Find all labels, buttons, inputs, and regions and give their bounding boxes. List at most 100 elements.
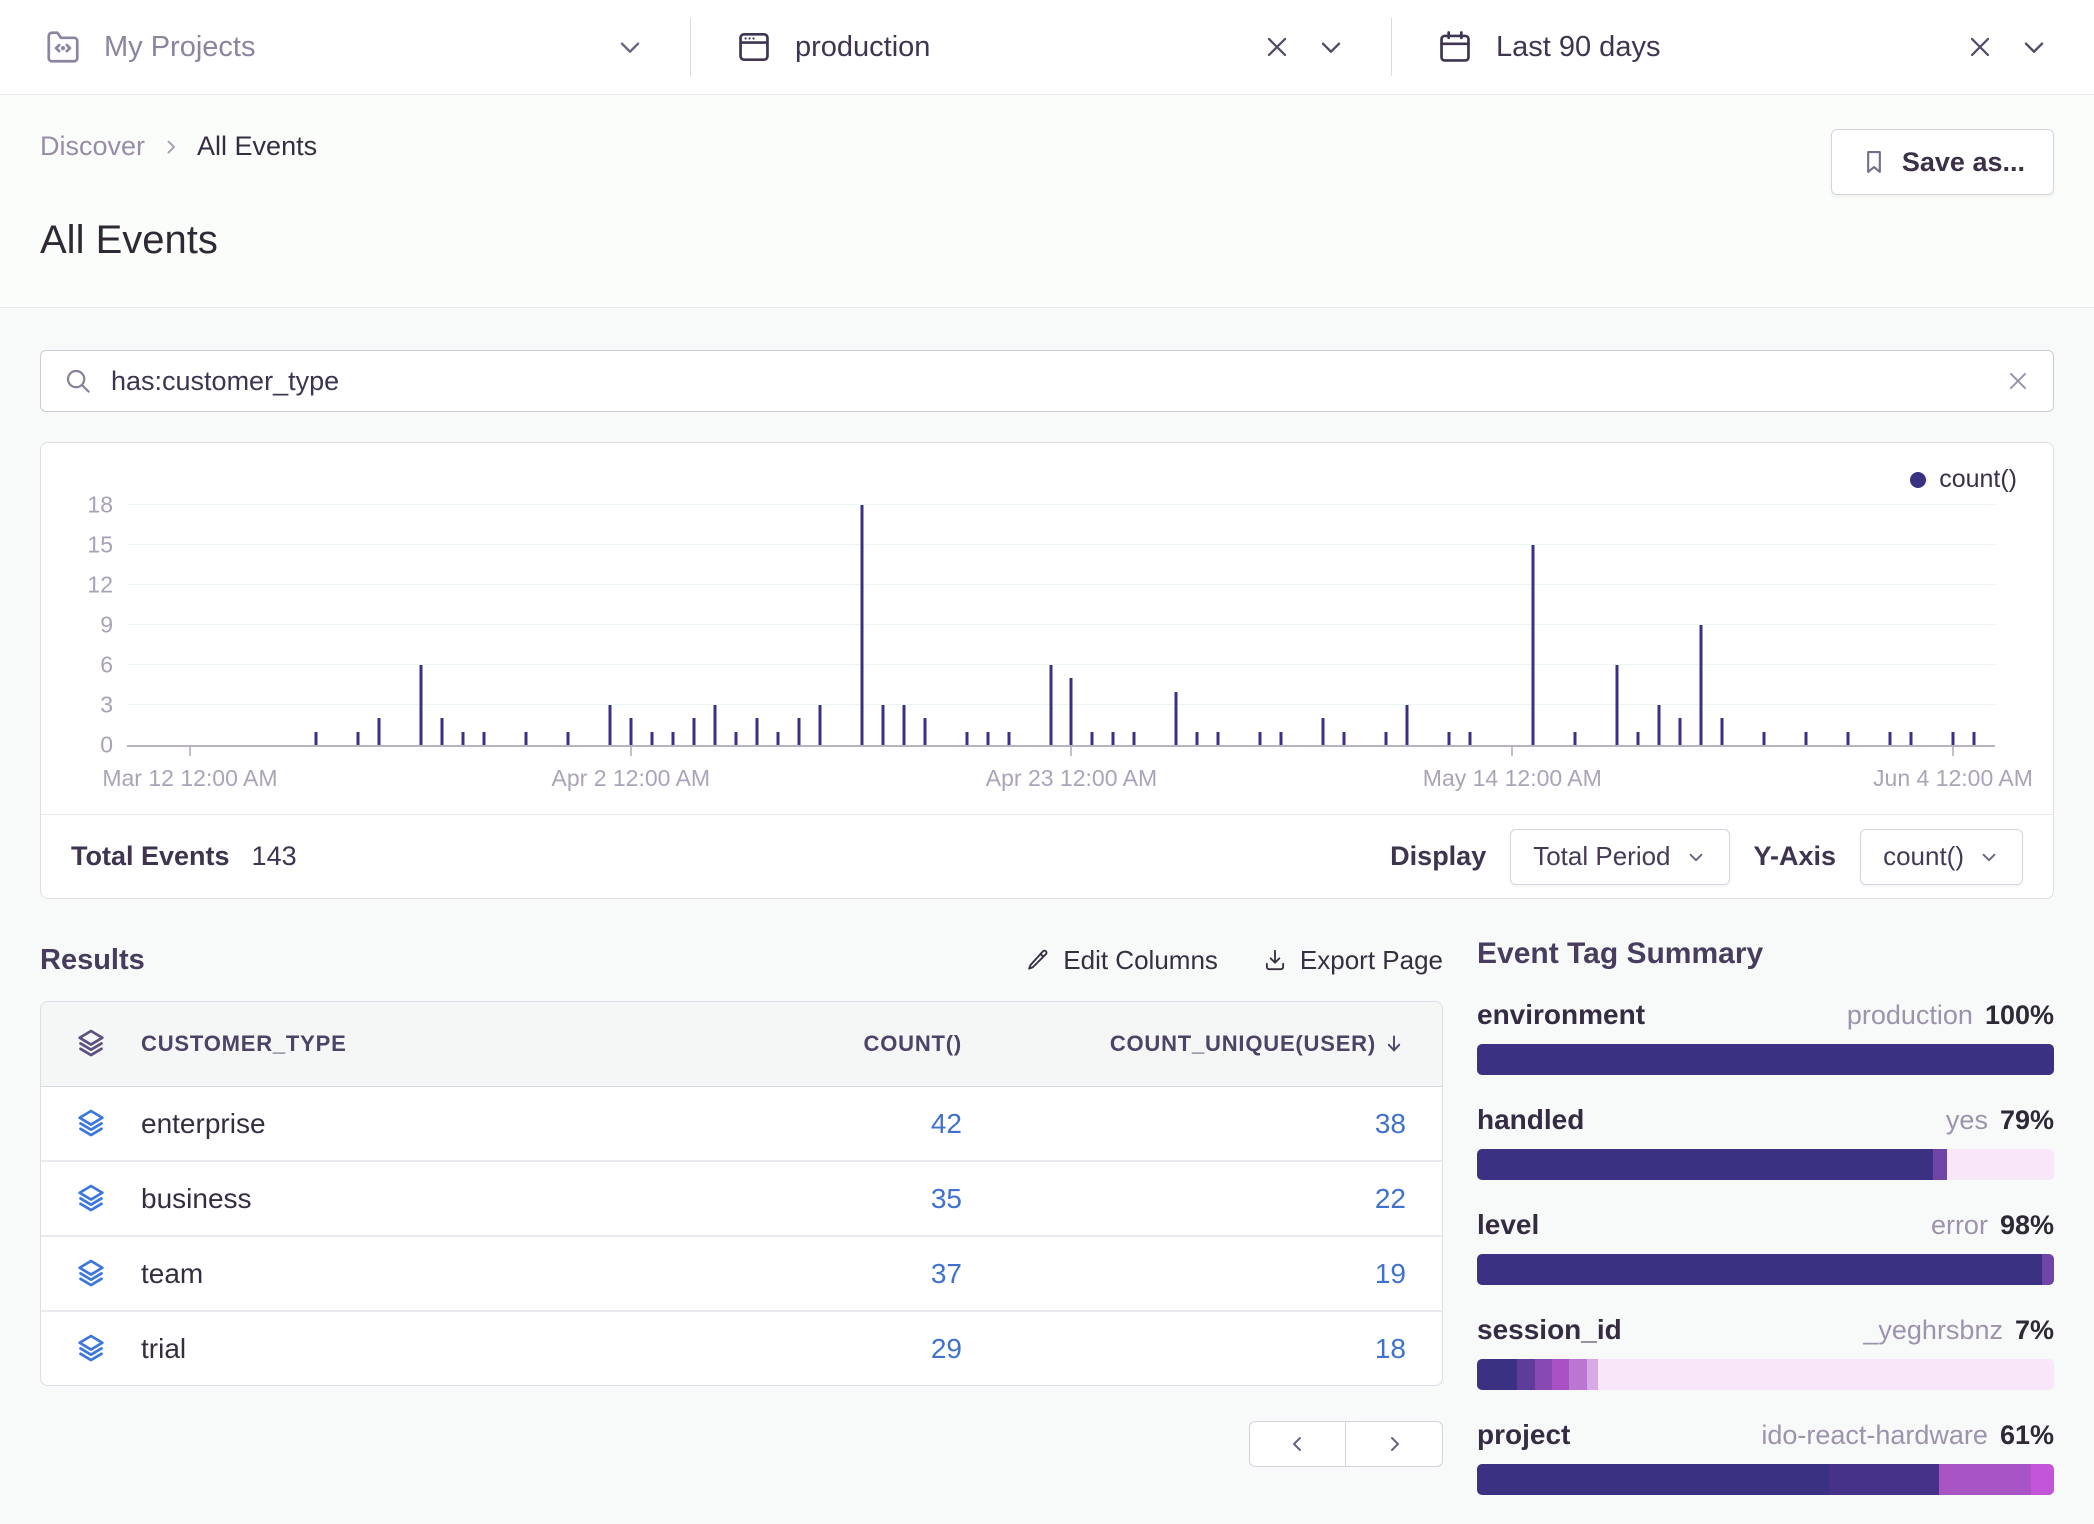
tag-distribution-bar[interactable] <box>1477 1359 2054 1390</box>
project-chevron-down-icon[interactable] <box>614 31 646 63</box>
tag-top-value: _yeghrsbnz <box>1863 1315 2003 1346</box>
tag-bar-segment <box>1598 1359 2054 1390</box>
chart-bar <box>461 732 464 745</box>
tag-distribution-bar[interactable] <box>1477 1464 2054 1495</box>
tag-percent: 61% <box>2000 1420 2054 1451</box>
project-selector[interactable]: My Projects <box>0 0 690 94</box>
environment-chevron-down-icon[interactable] <box>1315 31 1347 63</box>
chart-bar <box>1259 732 1262 745</box>
events-chart-panel: count() 0 3 6 9 12 15 18 Ma <box>40 442 2054 899</box>
layers-icon <box>74 1107 108 1141</box>
next-page-button[interactable] <box>1346 1421 1443 1467</box>
chart-bar <box>1343 732 1346 745</box>
tag-bar-segment <box>1569 1359 1586 1390</box>
row-unique-link[interactable]: 22 <box>962 1183 1442 1215</box>
chart-bar <box>440 718 443 745</box>
row-unique-link[interactable]: 19 <box>962 1258 1442 1290</box>
row-count-link[interactable]: 29 <box>662 1333 962 1365</box>
breadcrumb: Discover All Events <box>40 131 2054 162</box>
row-count-link[interactable]: 37 <box>662 1258 962 1290</box>
chart-bar <box>566 732 569 745</box>
tag-distribution-bar[interactable] <box>1477 1149 2054 1180</box>
chart-bar <box>1616 665 1619 745</box>
chart-bar <box>1322 718 1325 745</box>
y-tick: 6 <box>100 652 113 679</box>
x-tickmark <box>1070 747 1072 756</box>
breadcrumb-discover-link[interactable]: Discover <box>40 131 145 162</box>
tag-distribution-bar[interactable] <box>1477 1044 2054 1075</box>
tag-row-session-id: session_id _yeghrsbnz 7% <box>1477 1314 2054 1390</box>
display-select-value: Total Period <box>1533 841 1670 872</box>
project-selector-label: My Projects <box>104 31 255 64</box>
tag-top-value: ido-react-hardware <box>1761 1420 1988 1451</box>
row-count-link[interactable]: 35 <box>662 1183 962 1215</box>
yaxis-select[interactable]: count() <box>1860 829 2023 885</box>
total-events-label: Total Events <box>71 841 230 872</box>
tag-distribution-bar[interactable] <box>1477 1254 2054 1285</box>
yaxis-select-value: count() <box>1883 841 1964 872</box>
tag-bar-segment <box>1587 1359 1599 1390</box>
chart-bar <box>524 732 527 745</box>
x-tick-label: May 14 12:00 AM <box>1423 765 1602 792</box>
x-tickmark <box>1511 747 1513 756</box>
chevron-right-icon <box>159 135 183 159</box>
table-row[interactable]: enterprise 42 38 <box>41 1087 1442 1162</box>
search-clear-icon[interactable] <box>2005 368 2031 394</box>
row-customer-type: enterprise <box>141 1108 662 1140</box>
edit-columns-button[interactable]: Edit Columns <box>1025 945 1218 976</box>
chart-bar <box>1721 718 1724 745</box>
chart-bar <box>1469 732 1472 745</box>
tag-bar-segment <box>1535 1359 1552 1390</box>
row-unique-link[interactable]: 38 <box>962 1108 1442 1140</box>
column-header-count[interactable]: COUNT() <box>662 1031 962 1057</box>
projects-icon <box>44 28 82 66</box>
row-customer-type: trial <box>141 1333 662 1365</box>
chart-bar <box>1574 732 1577 745</box>
chart-bar <box>1448 732 1451 745</box>
tag-bar-segment <box>1939 1464 2031 1495</box>
column-header-count-unique[interactable]: COUNT_UNIQUE(USER) <box>962 1031 1442 1057</box>
legend-dot-icon <box>1910 472 1926 488</box>
chart-bar <box>1763 732 1766 745</box>
daterange-chevron-down-icon[interactable] <box>2018 31 2050 63</box>
column-header-customer-type[interactable]: CUSTOMER_TYPE <box>141 1031 662 1057</box>
x-tickmark <box>1952 747 1954 756</box>
save-as-button[interactable]: Save as... <box>1831 129 2054 195</box>
layers-icon <box>74 1027 108 1061</box>
chart-bar <box>692 718 695 745</box>
chart-bar <box>629 718 632 745</box>
row-unique-link[interactable]: 18 <box>962 1333 1442 1365</box>
row-count-link[interactable]: 42 <box>662 1108 962 1140</box>
chart-bar <box>1133 732 1136 745</box>
environment-clear-icon[interactable] <box>1261 31 1293 63</box>
save-as-label: Save as... <box>1902 147 2025 178</box>
chevron-down-icon <box>1978 846 2000 868</box>
search-input[interactable]: has:customer_type <box>111 366 1987 397</box>
export-page-button[interactable]: Export Page <box>1262 945 1443 976</box>
x-tick-label: Apr 2 12:00 AM <box>552 765 711 792</box>
previous-page-button[interactable] <box>1249 1421 1346 1467</box>
daterange-clear-icon[interactable] <box>1964 31 1996 63</box>
table-row[interactable]: trial 29 18 <box>41 1312 1442 1385</box>
chart-footer: Total Events 143 Display Total Period Y-… <box>41 814 2053 898</box>
chart-bar <box>1070 678 1073 745</box>
chart-bar <box>356 732 359 745</box>
environment-filter[interactable]: production <box>691 0 1391 94</box>
table-row[interactable]: business 35 22 <box>41 1162 1442 1237</box>
chart-bar <box>1910 732 1913 745</box>
row-customer-type: team <box>141 1258 662 1290</box>
download-icon <box>1262 947 1288 973</box>
tag-bar-segment <box>1477 1149 1933 1180</box>
display-select[interactable]: Total Period <box>1510 829 1729 885</box>
y-tick: 3 <box>100 692 113 719</box>
tag-top-value: yes <box>1946 1105 1988 1136</box>
chart-bar <box>1112 732 1115 745</box>
daterange-filter[interactable]: Last 90 days <box>1392 0 2094 94</box>
search-bar[interactable]: has:customer_type <box>40 350 2054 412</box>
chart-plot[interactable]: 0 3 6 9 12 15 18 <box>127 505 1995 747</box>
chart-bar <box>1847 732 1850 745</box>
chart-bar <box>1973 732 1976 745</box>
gridline <box>127 584 1995 585</box>
tag-bar-segment <box>1477 1359 1517 1390</box>
table-row[interactable]: team 37 19 <box>41 1237 1442 1312</box>
